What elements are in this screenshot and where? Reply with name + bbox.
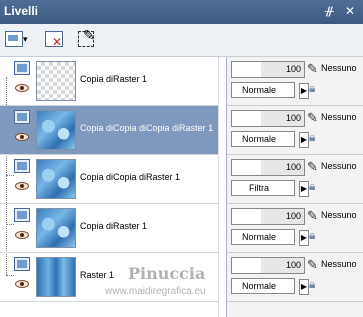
close-icon[interactable]: ✕ xyxy=(345,5,355,17)
dropdown-arrow-icon[interactable]: ▶ xyxy=(299,132,309,148)
raster-layer-icon xyxy=(14,257,30,271)
layer-name: Copia diRaster 1 xyxy=(80,74,148,84)
lock-transparency-icon[interactable]: 🔒︎ xyxy=(309,81,315,96)
raster-layer-icon xyxy=(14,110,30,124)
opacity-slider[interactable]: 100 xyxy=(231,61,305,78)
lock-transparency-icon[interactable]: 🔒︎ xyxy=(309,130,315,145)
layer-row[interactable]: Copia diCopia diCopia diRaster 1 xyxy=(0,106,218,155)
blend-mode-value: Normale xyxy=(241,134,276,144)
blend-ranges-icon[interactable]: ✎ xyxy=(307,160,318,173)
visibility-eye-icon[interactable] xyxy=(15,231,29,239)
layer-row[interactable]: Copia diCopia diRaster 1 xyxy=(0,155,218,204)
layer-name: Copia diCopia diRaster 1 xyxy=(80,172,181,182)
blend-ranges-icon[interactable]: ✎ xyxy=(307,209,318,222)
layer-thumbnail xyxy=(36,110,76,150)
group-label: Nessuno xyxy=(321,112,357,122)
opacity-slider[interactable]: 100 xyxy=(231,257,305,274)
new-layer-icon[interactable] xyxy=(4,28,23,50)
group-label: Nessuno xyxy=(321,210,357,220)
visibility-eye-icon[interactable] xyxy=(15,182,29,190)
visibility-eye-icon[interactable] xyxy=(15,84,29,92)
blend-ranges-icon[interactable]: ✎ xyxy=(307,111,318,124)
opacity-value: 100 xyxy=(285,113,301,123)
layers-toolbar: ▾ ✕ ✎ xyxy=(0,24,363,57)
layer-props-row: 100 ✎ Nessuno Normale ▶ 🔒︎ xyxy=(227,57,363,106)
dropdown-arrow-icon[interactable]: ▶ xyxy=(299,279,309,295)
layer-props-row: 100 ✎ Nessuno Normale ▶ 🔒︎ xyxy=(227,106,363,155)
pin-icon[interactable]: ᚌ xyxy=(325,5,334,17)
layer-thumbnail xyxy=(36,159,76,199)
layer-thumbnail xyxy=(36,61,76,101)
layer-thumbnail xyxy=(36,208,76,248)
layer-props-row: 100 ✎ Nessuno Normale ▶ 🔒︎ xyxy=(227,204,363,253)
layer-props-row: 100 ✎ Nessuno Normale ▶ 🔒︎ xyxy=(227,253,363,302)
layer-name: Copia diCopia diCopia diRaster 1 xyxy=(80,123,214,133)
opacity-value: 100 xyxy=(285,260,301,270)
delete-layer-icon[interactable]: ✕ xyxy=(44,28,64,50)
blend-mode-value: Normale xyxy=(241,281,276,291)
lock-transparency-icon[interactable]: 🔒︎ xyxy=(309,179,315,194)
visibility-eye-icon[interactable] xyxy=(15,280,29,288)
raster-layer-icon xyxy=(14,159,30,173)
watermark-name: Pinuccia xyxy=(128,264,206,283)
raster-layer-icon xyxy=(14,61,30,75)
layer-name: Raster 1 xyxy=(80,270,115,280)
blend-ranges-icon[interactable]: ✎ xyxy=(307,62,318,75)
layer-properties: 100 ✎ Nessuno Normale ▶ 🔒︎ 100 ✎ Nessuno … xyxy=(226,57,363,317)
layer-row[interactable]: Copia diRaster 1 xyxy=(0,204,218,253)
layer-row[interactable]: Copia diRaster 1 xyxy=(0,57,218,106)
blend-mode-select[interactable]: Normale ▶ xyxy=(231,278,309,295)
blend-mode-select[interactable]: Normale ▶ xyxy=(231,131,309,148)
opacity-value: 100 xyxy=(285,211,301,221)
dropdown-arrow-icon[interactable]: ▶ xyxy=(299,230,309,246)
dropdown-arrow-icon[interactable]: ▶ xyxy=(299,181,309,197)
blend-mode-select[interactable]: Filtra ▶ xyxy=(231,180,309,197)
blend-mode-value: Filtra xyxy=(249,183,269,193)
group-label: Nessuno xyxy=(321,259,357,269)
dropdown-icon[interactable]: ▾ xyxy=(23,28,33,50)
layer-props-row: 100 ✎ Nessuno Filtra ▶ 🔒︎ xyxy=(227,155,363,204)
layer-thumbnail xyxy=(36,257,76,297)
edit-selection-icon[interactable]: ✎ xyxy=(76,28,96,50)
opacity-value: 100 xyxy=(285,64,301,74)
blend-mode-value: Normale xyxy=(241,85,276,95)
group-label: Nessuno xyxy=(321,161,357,171)
opacity-value: 100 xyxy=(285,162,301,172)
opacity-slider[interactable]: 100 xyxy=(231,110,305,127)
watermark-url: www.maidiregrafica.eu xyxy=(105,286,206,297)
dropdown-arrow-icon[interactable]: ▶ xyxy=(299,83,309,99)
blend-ranges-icon[interactable]: ✎ xyxy=(307,258,318,271)
blend-mode-select[interactable]: Normale ▶ xyxy=(231,82,309,99)
opacity-slider[interactable]: 100 xyxy=(231,208,305,225)
blend-mode-value: Normale xyxy=(241,232,276,242)
layer-name: Copia diRaster 1 xyxy=(80,221,148,231)
raster-layer-icon xyxy=(14,208,30,222)
visibility-eye-icon[interactable] xyxy=(15,133,29,141)
panel-titlebar: Livelli ᚌ ✕ xyxy=(0,0,363,24)
blend-mode-select[interactable]: Normale ▶ xyxy=(231,229,309,246)
lock-transparency-icon[interactable]: 🔒︎ xyxy=(309,228,315,243)
panel-title: Livelli xyxy=(4,4,39,18)
lock-transparency-icon[interactable]: 🔒︎ xyxy=(309,277,315,292)
opacity-slider[interactable]: 100 xyxy=(231,159,305,176)
group-label: Nessuno xyxy=(321,63,357,73)
